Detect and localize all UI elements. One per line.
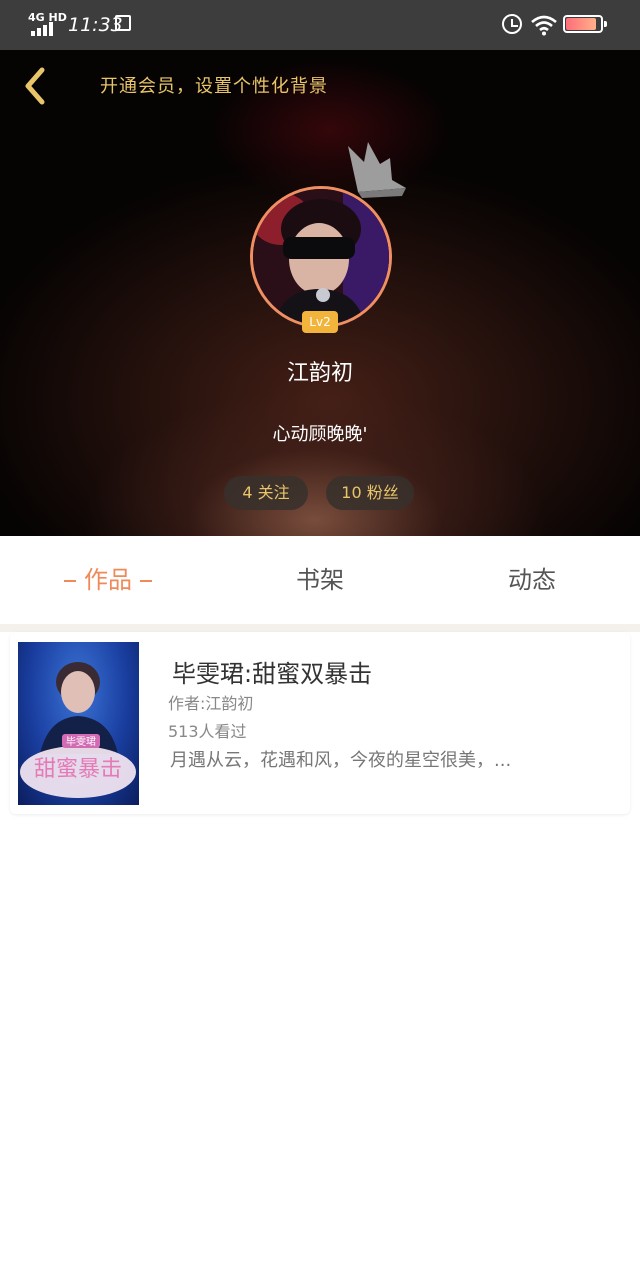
signal-icon	[31, 22, 57, 36]
work-list-item[interactable]: 毕雯珺 甜蜜暴击 毕雯珺:甜蜜双暴击 作者:江韵初 513人看过 月遇从云，花遇…	[10, 632, 630, 814]
work-author: 作者:江韵初	[168, 694, 254, 713]
fans-count-button[interactable]: 10 粉丝	[326, 476, 414, 510]
status-bar: 4G HD 11:33	[0, 0, 640, 50]
alarm-icon	[502, 14, 522, 34]
battery-icon	[563, 15, 607, 33]
tab-bar: 作品 书架 动态	[0, 536, 640, 624]
notification-app-icon	[115, 15, 131, 31]
work-title: 毕雯珺:甜蜜双暴击	[172, 660, 373, 688]
battery-level	[566, 18, 596, 30]
work-views: 513人看过	[168, 722, 247, 741]
tab-feed[interactable]: 动态	[474, 536, 590, 624]
level-badge: Lv2	[302, 311, 338, 333]
tab-bookshelf-label: 书架	[296, 566, 344, 594]
user-signature: 心动顾晚晚'	[272, 424, 368, 445]
user-name: 江韵初	[286, 361, 353, 386]
tab-active-indicator	[140, 580, 152, 582]
follow-count-button[interactable]: 4 关注	[224, 476, 308, 510]
work-description: 月遇从云，花遇和风，今夜的星空很美，...	[170, 750, 512, 771]
book-cover: 毕雯珺 甜蜜暴击	[18, 642, 139, 805]
tab-feed-label: 动态	[508, 566, 556, 594]
wifi-icon	[531, 15, 557, 36]
avatar[interactable]	[250, 186, 392, 328]
cover-tag: 毕雯珺	[66, 735, 96, 748]
back-button[interactable]	[16, 64, 58, 108]
book-cover-image: 毕雯珺 甜蜜暴击	[20, 662, 136, 798]
section-divider	[0, 624, 640, 632]
vip-background-link[interactable]: 开通会员，设置个性化背景	[100, 72, 328, 98]
tab-active-indicator	[64, 580, 76, 582]
tab-works[interactable]: 作品	[40, 536, 176, 624]
cover-title: 甜蜜暴击	[34, 757, 122, 782]
tab-works-label: 作品	[84, 566, 132, 594]
tab-bookshelf[interactable]: 书架	[262, 536, 378, 624]
avatar-image	[253, 189, 389, 325]
profile-header: 开通会员，设置个性化背景 Lv2 江韵初 心动顾晚晚' 4 关注 10 粉丝	[0, 50, 640, 536]
